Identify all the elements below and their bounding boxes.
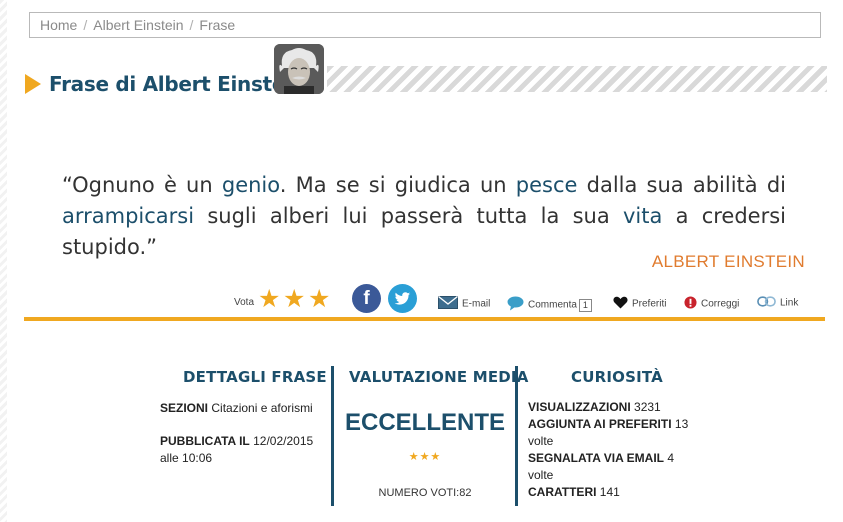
heart-icon	[613, 296, 628, 312]
author-avatar[interactable]	[274, 44, 324, 94]
title-hatch-decoration	[327, 66, 827, 92]
characters-stat: CARATTERI 141	[528, 485, 620, 499]
favorites-stat: AGGIUNTA AI PREFERITI 13 volte	[528, 417, 689, 448]
rating-verdict: ECCELLENTE	[344, 409, 505, 436]
page-title: Frase di Albert Einstein	[49, 72, 306, 96]
votes-count: NUMERO VOTI:82	[378, 487, 472, 499]
email-stat: SEGNALATA VIA EMAIL 4 volte	[528, 451, 675, 482]
views-stat: VISUALIZZAZIONI 3231	[528, 400, 661, 414]
vote-label: Vota	[234, 297, 255, 308]
twitter-share-button[interactable]	[388, 284, 417, 313]
breadcrumb: Home / Albert Einstein / Frase	[29, 12, 821, 38]
title-bar: Frase di Albert Einstein	[23, 44, 827, 96]
speech-bubble-icon	[507, 296, 524, 314]
quote-keyword-link[interactable]: vita	[623, 204, 662, 228]
link-button[interactable]: Link	[757, 296, 798, 310]
quote-text: “Ognuno è un genio. Ma se si giudica un …	[62, 173, 786, 259]
envelope-icon	[438, 295, 458, 312]
action-toolbar: Vota ★ ★ ★ f E-mail Commenta 1 Preferiti …	[234, 283, 824, 315]
curiosity-stats: VISUALIZZAZIONI 3231 AGGIUNTA AI PREFERI…	[528, 399, 728, 501]
breadcrumb-separator: /	[83, 17, 88, 33]
details-heading: DETTAGLI FRASE	[183, 368, 327, 386]
title-arrow-icon	[25, 74, 41, 94]
vote-star-icon[interactable]: ★	[308, 285, 330, 313]
quote-keyword-link[interactable]: pesce	[516, 173, 578, 197]
breadcrumb-home[interactable]: Home	[40, 17, 77, 33]
alert-icon	[684, 296, 697, 312]
breadcrumb-current: Frase	[199, 17, 236, 33]
average-rating-stars: ★★★	[408, 451, 442, 463]
quote-keyword-link[interactable]: genio	[222, 173, 280, 197]
published-info: PUBBLICATA IL 12/02/2015 alle 10:06	[160, 434, 314, 465]
comment-button[interactable]: Commenta 1	[507, 296, 592, 314]
quote-author-link[interactable]: ALBERT EINSTEIN	[652, 252, 805, 272]
curiosity-heading: CURIOSITÀ	[571, 368, 663, 386]
facebook-share-button[interactable]: f	[352, 284, 381, 313]
breadcrumb-author[interactable]: Albert Einstein	[93, 17, 183, 33]
comment-count-badge: 1	[578, 298, 592, 312]
sections-info: SEZIONI Citazioni e aforismi	[160, 401, 313, 415]
quote-keyword-link[interactable]: arrampicarsi	[62, 204, 194, 228]
correct-button[interactable]: Correggi	[684, 296, 739, 312]
vote-star-icon[interactable]: ★	[283, 285, 305, 313]
page-border-stripe	[0, 0, 7, 522]
vote-star-icon[interactable]: ★	[258, 285, 280, 313]
sections-link[interactable]: Citazioni e aforismi	[211, 401, 312, 415]
rating-heading: VALUTAZIONE MEDIA	[349, 368, 529, 386]
breadcrumb-separator: /	[189, 17, 194, 33]
favorites-button[interactable]: Preferiti	[613, 296, 666, 312]
email-share-button[interactable]: E-mail	[438, 295, 490, 312]
chain-link-icon	[757, 296, 776, 310]
section-divider	[24, 317, 825, 321]
